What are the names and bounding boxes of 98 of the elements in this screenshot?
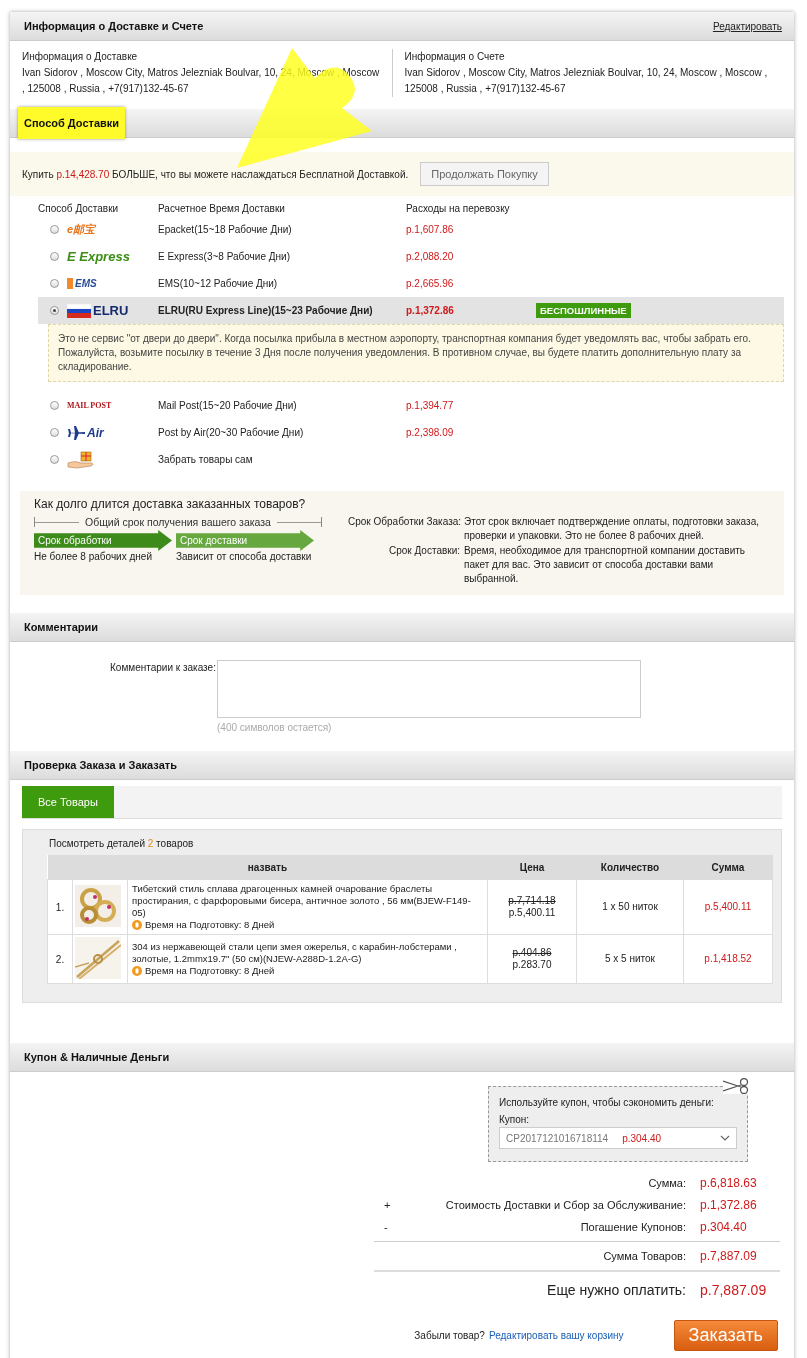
delivery-time: Post by Air(20~30 Рабочие Дни) [158, 427, 305, 438]
column-header: Расчетное Время Доставки [158, 202, 286, 214]
column-header: Количество [576, 855, 684, 880]
stage-caption: Зависит от способа доставки [176, 551, 313, 562]
radio-button[interactable] [50, 225, 59, 234]
radio-button[interactable] [50, 428, 59, 437]
scissors-icon [723, 1078, 749, 1094]
chevron-down-icon [720, 1135, 730, 1141]
preparation-time: Время на Подготовку: 8 Дней [145, 965, 275, 977]
badge-icon [132, 920, 142, 930]
radio-button[interactable] [50, 252, 59, 261]
shipping-price: р.2,398.09 [406, 427, 455, 438]
shipping-price: р.1,394.77 [406, 400, 455, 411]
delivery-time: Забрать товары сам [158, 454, 254, 465]
delivery-time: EMS(10~12 Рабочие Дни) [158, 278, 279, 289]
total-label: Стоимость Доставки и Сбор за Обслуживание: [444, 1199, 687, 1211]
stage-caption: Не более 8 рабочих дней [34, 551, 153, 562]
unit-price: р.283.70 [511, 959, 553, 971]
delivery-time: ELRU(RU Express Line)(15~23 Рабочие Дни) [158, 305, 374, 316]
row-number: 1. [47, 879, 73, 935]
delivery-time: E Express(3~8 Рабочие Дни) [158, 251, 291, 262]
section-title: Купон & Наличные Деньги [23, 1050, 171, 1065]
radio-button[interactable] [50, 279, 59, 288]
coupon-dropdown[interactable]: CP2017121016718114 р.304.40 [499, 1127, 737, 1149]
quantity: 1 x 50 ниток [576, 879, 684, 935]
column-header: Расходы на перевозку [406, 202, 511, 214]
unit-price: р.5,400.11 [507, 907, 557, 919]
shipping-price: р.1,372.86 [406, 305, 455, 316]
line-total: р.5,400.11 [683, 879, 773, 935]
shipping-price: р.1,607.86 [406, 224, 455, 235]
section-title: Информация о Доставке и Счете [23, 19, 205, 34]
radio-button[interactable] [50, 401, 59, 410]
total-label: Сумма: [647, 1177, 687, 1189]
amount-due-label: Еще нужно оплатить: [546, 1282, 687, 1298]
row-number: 2. [47, 934, 73, 984]
tab[interactable]: Все Товары [22, 786, 114, 818]
total-label: Погашение Купонов: [579, 1221, 687, 1233]
total-value: р.1,372.86 [700, 1198, 758, 1212]
sign: + [384, 1199, 391, 1211]
airplane-icon [67, 425, 85, 440]
radio-button[interactable] [50, 306, 59, 315]
coupon-prompt: Используйте купон, чтобы сэкономить деньги: [499, 1097, 715, 1108]
total-value: р.304.40 [700, 1220, 748, 1234]
flag-icon [67, 303, 91, 318]
column-header: Способ Доставки [38, 202, 120, 214]
field-label: Купон: [499, 1114, 531, 1125]
forgot-text: Забыли товар? [414, 1330, 485, 1341]
section-title: Комментарии [23, 620, 100, 635]
order-button[interactable]: Заказать [673, 1320, 778, 1351]
character-counter: (400 символов остается) [217, 722, 333, 733]
total-label: Сумма Товаров: [602, 1250, 687, 1262]
old-price: р.404.86 [511, 947, 553, 959]
address-text: Ivan Sidorov , Moscow City, Matros Jelezniak Boulvar, 10, 24, Moscow , Moscow , 125008 , Russia , +7(917)132-45-67 [404, 66, 769, 96]
carrier-logo: MAIL POST [67, 401, 112, 410]
carrier-logo: EMS [67, 278, 97, 289]
carrier-logo: ELRU [93, 303, 129, 318]
radio-button[interactable] [50, 455, 59, 464]
delivery-time: Epacket(15~18 Рабочие Дни) [158, 224, 293, 235]
carrier-logo: e邮宝 [67, 222, 96, 237]
quantity: 5 x 5 ниток [576, 934, 684, 984]
field-label: Комментарии к заказе: [110, 661, 217, 675]
comment-field[interactable] [217, 660, 641, 718]
carrier-logo: Air [87, 425, 104, 440]
definition-text: Этот срок включает подтверждение оплаты, подготовки заказа, проверки и упаковки. Это не более 8 рабочих дней. [464, 515, 760, 543]
duty-free-badge: БЕСПОШЛИННЫЕ [536, 303, 631, 318]
product-title: Тибетский стиль сплава драгоценных камней очарование браслеты простирания, с фарфоровыми бисера, античное золото , 56 мм(BJEW-F149-05) [132, 883, 472, 919]
column-header: назвать [47, 855, 488, 880]
definition-term: Срок Доставки: [387, 544, 461, 558]
delivery-time: Mail Post(15~20 Рабочие Дни) [158, 400, 298, 411]
continue-shopping-button[interactable]: Продолжать Покупку [420, 162, 549, 186]
duration-bracket: Общий срок получения вашего заказа [34, 516, 322, 528]
notice-text: Купить р.14,428.70 БОЛЬШЕ, что вы можете наслаждаться Бесплатной Доставкой. [22, 168, 409, 180]
section-title: Способ Доставки [18, 107, 126, 139]
info-title: Как долго длится доставка заказанных товаров? [34, 497, 307, 511]
edit-link[interactable]: Редактировать [712, 20, 782, 32]
address-heading: Информация о Доставке [22, 50, 139, 64]
column-header: Цена [487, 855, 577, 880]
sign: - [384, 1221, 388, 1233]
address-heading: Информация о Счете [404, 50, 506, 64]
section-title: Проверка Заказа и Заказать [23, 758, 178, 773]
definition-text: Время, необходимое для транспортной компании доставить пакет для вас. Это зависит от способа доставки вами выбранной. [464, 544, 747, 586]
hand-box-icon [67, 450, 97, 469]
shipping-price: р.2,088.20 [406, 251, 455, 262]
product-title: 304 из нержавеющей стали цепи змея ожерелья, с карабин-лобстерами , золотые, 1.2mmx19.7" (50 см)(NJEW-A288D-1.2A-G) [132, 941, 458, 965]
badge-icon [132, 966, 142, 976]
total-value: р.7,887.09 [700, 1249, 758, 1263]
preparation-time: Время на Подготовку: 8 Дней [145, 919, 275, 931]
column-header: Сумма [683, 855, 773, 880]
carrier-logo: E Express [67, 249, 130, 264]
old-price: р.7,714.18 [507, 895, 557, 907]
edit-cart-link[interactable]: Редактировать вашу корзину [488, 1330, 624, 1341]
amount-due: р.7,887.09 [700, 1282, 768, 1298]
shipping-price: р.2,665.96 [406, 278, 455, 289]
line-total: р.1,418.52 [683, 934, 773, 984]
shipping-note: Это не сервис "от двери до двери". Когда посылка прибыла в местном аэропорту, транспортная компания будет уведомлять вас, чтобы забрать его. Пожалуйста, возьмите посылку в течение 3 Дня после получения уведомления. В противном случае, вы будете платить дополнительную плату за складирование. [48, 324, 784, 382]
items-summary: Посмотреть деталей 2 товаров [49, 838, 195, 849]
definition-term: Срок Обработки Заказа: [348, 515, 463, 529]
total-value: р.6,818.63 [700, 1176, 758, 1190]
